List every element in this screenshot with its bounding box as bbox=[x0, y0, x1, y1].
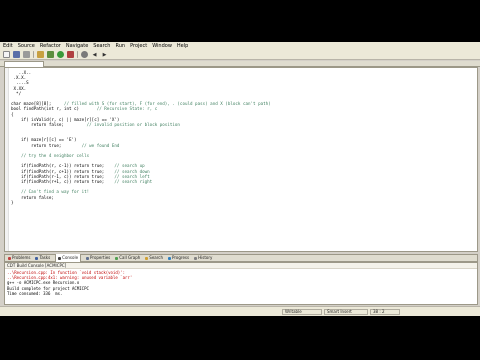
history-icon bbox=[194, 256, 198, 260]
tab-label: Console bbox=[62, 255, 79, 260]
status-writable: Writable bbox=[282, 309, 322, 315]
code-line: } bbox=[11, 199, 14, 205]
tasks-icon bbox=[35, 256, 39, 260]
tab-call-graph[interactable]: Call Graph bbox=[115, 254, 140, 262]
code-editor[interactable]: ..X.. .X.X. ....S X.XX. */ char maze[8][… bbox=[4, 67, 478, 252]
menu-run[interactable]: Run bbox=[115, 42, 125, 50]
external-tools-icon[interactable] bbox=[67, 51, 74, 58]
console-icon bbox=[58, 256, 62, 260]
menu-edit[interactable]: Edit bbox=[3, 42, 13, 50]
tab-label: Tasks bbox=[39, 255, 51, 260]
menu-navigate[interactable]: Navigate bbox=[66, 42, 88, 50]
tab-label: Call Graph bbox=[119, 255, 141, 260]
search-icon[interactable] bbox=[81, 51, 88, 58]
save-icon[interactable] bbox=[13, 51, 20, 58]
status-cursor-position: 38 : 2 bbox=[370, 309, 400, 315]
run-icon[interactable] bbox=[57, 51, 64, 58]
tab-label: Search bbox=[149, 255, 164, 260]
tab-properties[interactable]: Properties bbox=[86, 254, 110, 262]
toolbar: ◀ ▶ bbox=[0, 50, 480, 60]
problems-icon bbox=[8, 256, 11, 260]
tab-history[interactable]: History bbox=[194, 254, 212, 262]
menu-help[interactable]: Help bbox=[177, 42, 188, 50]
tab-label: Progress bbox=[172, 255, 190, 260]
status-bar: Writable Smart Insert 38 : 2 bbox=[0, 306, 480, 316]
properties-icon bbox=[86, 256, 90, 260]
console-output: ..\Recursion.cpp: In function `void stac… bbox=[5, 269, 477, 296]
menu-refactor[interactable]: Refactor bbox=[40, 42, 61, 50]
back-icon[interactable]: ◀ bbox=[91, 51, 98, 58]
search-icon bbox=[145, 256, 149, 260]
menu-project[interactable]: Project bbox=[130, 42, 147, 50]
editor-gutter bbox=[5, 68, 9, 251]
print-icon[interactable] bbox=[23, 51, 30, 58]
menu-source[interactable]: Source bbox=[18, 42, 35, 50]
menu-bar: Edit Source Refactor Navigate Search Run… bbox=[0, 42, 480, 50]
tab-problems[interactable]: Problems bbox=[8, 254, 30, 262]
bottom-panel-tabs: Problems Tasks Console Properties Call G… bbox=[4, 254, 478, 262]
tab-label: Problems bbox=[12, 255, 31, 260]
tab-search[interactable]: Search bbox=[145, 254, 163, 262]
console-line: Time consumed: 336 ms. bbox=[7, 290, 63, 296]
toolbar-separator bbox=[33, 51, 34, 58]
tab-tasks[interactable]: Tasks bbox=[35, 254, 50, 262]
tab-label: Properties bbox=[90, 255, 111, 260]
tab-progress[interactable]: Progress bbox=[168, 254, 189, 262]
progress-icon bbox=[168, 256, 172, 260]
forward-icon[interactable]: ▶ bbox=[101, 51, 108, 58]
code-text: ..X.. .X.X. ....S X.XX. */ char maze[8][… bbox=[11, 70, 271, 205]
tab-label: History bbox=[198, 255, 213, 260]
menu-window[interactable]: Window bbox=[152, 42, 172, 50]
tab-console[interactable]: Console bbox=[55, 254, 82, 262]
ide-window: Edit Source Refactor Navigate Search Run… bbox=[0, 42, 480, 316]
menu-search[interactable]: Search bbox=[93, 42, 110, 50]
console-view[interactable]: CDT Build Console [ACMICPC] ..\Recursion… bbox=[4, 262, 478, 305]
build-icon[interactable] bbox=[37, 51, 44, 58]
debug-icon[interactable] bbox=[47, 51, 54, 58]
toolbar-separator bbox=[77, 51, 78, 58]
call-graph-icon bbox=[115, 256, 119, 260]
status-insert-mode: Smart Insert bbox=[324, 309, 368, 315]
new-icon[interactable] bbox=[3, 51, 10, 58]
